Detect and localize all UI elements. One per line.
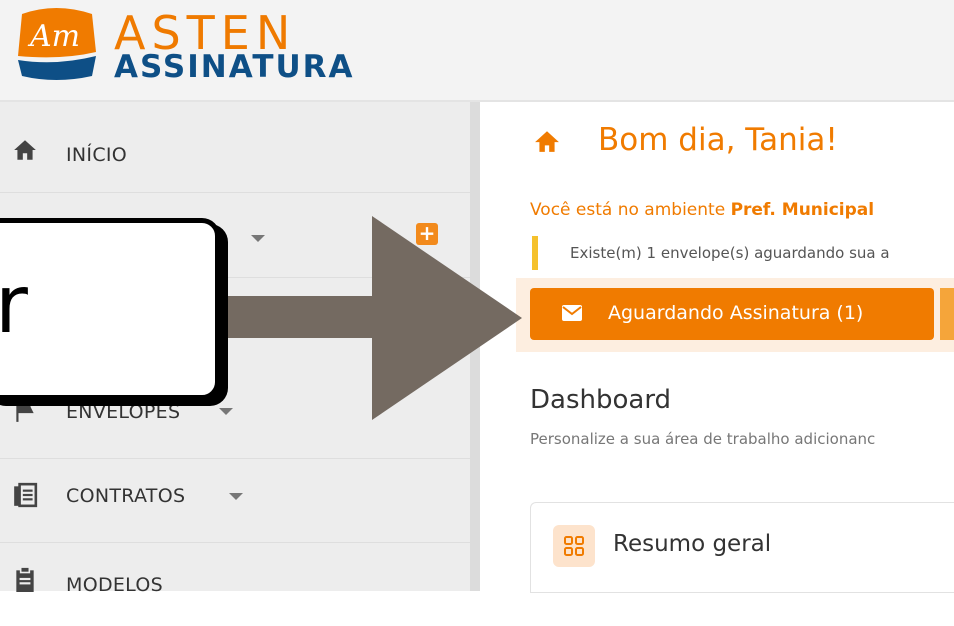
dashboard-title: Dashboard [530, 385, 672, 415]
dashboard-subtitle: Personalize a sua área de trabalho adici… [530, 430, 876, 448]
sidebar-item-contratos[interactable]: CONTRATOS [0, 458, 470, 543]
sidebar-item-label: INÍCIO [66, 144, 128, 166]
home-icon [14, 140, 36, 160]
callout-box: r [0, 218, 220, 400]
environment-name: Pref. Municipal [730, 200, 875, 220]
summary-card-title: Resumo geral [613, 531, 772, 557]
flag-icon [16, 400, 34, 422]
grid-icon [564, 536, 584, 556]
sidebar-item-label: ENVELOPES [66, 401, 181, 423]
sidebar-item-label: MODELOS [66, 574, 164, 596]
main-content: Bom dia, Tania! Você está no ambiente Pr… [480, 102, 954, 593]
sidebar-item-label: CONTRATOS [66, 485, 186, 507]
sidebar-item-inicio[interactable]: INÍCIO [0, 108, 470, 193]
next-button-edge[interactable] [940, 288, 954, 340]
top-bar: Am ASTEN ASSINATURA [0, 0, 954, 102]
awaiting-signature-button[interactable]: Aguardando Assinatura (1) [530, 288, 934, 340]
chevron-down-icon [251, 235, 265, 242]
environment-prefix: Você está no ambiente [530, 200, 731, 220]
sidebar-item-modelos[interactable]: MODELOS [0, 542, 470, 626]
clipboard-icon [16, 566, 34, 592]
brand-subtitle: ASSINATURA [114, 49, 355, 85]
notice-text: Existe(m) 1 envelope(s) aguardando sua a [570, 244, 890, 262]
notice-bar [532, 236, 538, 270]
summary-card: Resumo geral [530, 502, 954, 593]
summary-icon-bg [553, 525, 595, 567]
greeting-title: Bom dia, Tania! [598, 122, 838, 158]
home-icon [535, 131, 559, 152]
callout-text: r [0, 258, 28, 351]
sidebar-divider [470, 102, 480, 591]
document-icon [14, 482, 38, 508]
envelope-icon [562, 305, 582, 321]
chevron-down-icon [229, 493, 243, 500]
add-button[interactable]: + [416, 223, 438, 245]
environment-line: Você está no ambiente Pref. Municipal [530, 200, 874, 220]
logo-mark-text: Am [27, 19, 80, 54]
asten-logo-icon: Am [18, 8, 96, 80]
awaiting-signature-label: Aguardando Assinatura (1) [608, 302, 864, 324]
chevron-down-icon [219, 408, 233, 415]
